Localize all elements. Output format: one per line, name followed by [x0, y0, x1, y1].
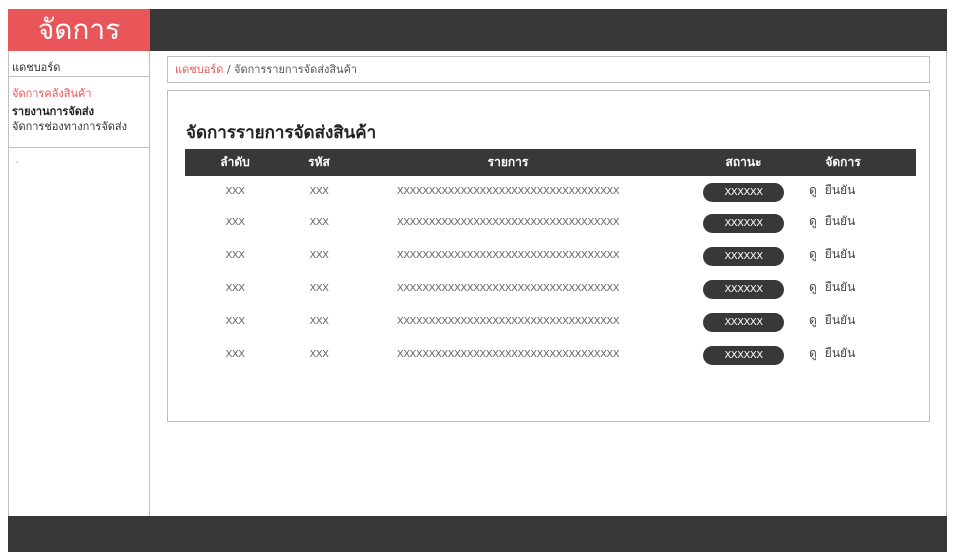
cell-code: XXX [309, 316, 329, 327]
confirm-link[interactable]: ยืนยัน [825, 214, 855, 228]
confirm-link[interactable]: ยืนยัน [825, 280, 855, 294]
main-content: แดชบอร์ด / จัดการรายการจัดส่งสินค้า จัดก… [150, 51, 947, 516]
table-row: XXX XXX XXXXXXXXXXXXXXXXXXXXXXXXXXXXXXXX… [185, 179, 916, 205]
cell-code: XXX [309, 186, 329, 197]
sidebar-divider [9, 147, 150, 148]
table-row: XXX XXX XXXXXXXXXXXXXXXXXXXXXXXXXXXXXXXX… [185, 276, 916, 302]
table-header: ลำดับ รหัส รายการ สถานะ จัดการ [185, 149, 916, 176]
cell-order: XXX [225, 217, 245, 228]
cell-order: XXX [225, 186, 245, 197]
sidebar: แดชบอร์ด จัดการคลังสินค้า รายงานการจัดส่… [8, 51, 150, 516]
app-logo[interactable]: จัดการ [8, 9, 150, 51]
view-link[interactable]: ดู [809, 243, 817, 265]
page-title: จัดการรายการจัดส่งสินค้า [186, 123, 377, 143]
bottom-bar [8, 516, 947, 552]
breadcrumb-home[interactable]: แดชบอร์ด [175, 63, 223, 76]
cell-code: XXX [309, 250, 329, 261]
table-row: XXX XXX XXXXXXXXXXXXXXXXXXXXXXXXXXXXXXXX… [185, 210, 916, 236]
status-badge: XXXXXX [703, 313, 784, 332]
table-row: XXX XXX XXXXXXXXXXXXXXXXXXXXXXXXXXXXXXXX… [185, 342, 916, 368]
table-row: XXX XXX XXXXXXXXXXXXXXXXXXXXXXXXXXXXXXXX… [185, 243, 916, 269]
shipping-panel: จัดการรายการจัดส่งสินค้า ลำดับ รหัส รายก… [167, 90, 930, 422]
breadcrumb-current: จัดการรายการจัดส่งสินค้า [234, 63, 358, 76]
cell-item: XXXXXXXXXXXXXXXXXXXXXXXXXXXXXXXXXXX [396, 316, 620, 327]
cell-item: XXXXXXXXXXXXXXXXXXXXXXXXXXXXXXXXXXX [396, 250, 620, 261]
table-row: XXX XXX XXXXXXXXXXXXXXXXXXXXXXXXXXXXXXXX… [185, 309, 916, 335]
cell-item: XXXXXXXXXXXXXXXXXXXXXXXXXXXXXXXXXXX [396, 217, 620, 228]
cell-order: XXX [225, 250, 245, 261]
cell-code: XXX [309, 283, 329, 294]
view-link[interactable]: ดู [809, 342, 817, 364]
cell-order: XXX [225, 283, 245, 294]
sidebar-item-shipping-channels[interactable]: จัดการช่องทางการจัดส่ง [12, 117, 127, 135]
view-link[interactable]: ดู [809, 210, 817, 232]
row-actions: ดู ยืนยัน [809, 243, 855, 269]
confirm-link[interactable]: ยืนยัน [825, 346, 855, 360]
status-badge: XXXXXX [703, 346, 784, 365]
row-actions: ดู ยืนยัน [809, 309, 855, 335]
sidebar-dot [16, 161, 18, 163]
column-header-order: ลำดับ [220, 155, 250, 169]
cell-code: XXX [309, 217, 329, 228]
sidebar-divider [9, 76, 150, 77]
row-actions: ดู ยืนยัน [809, 179, 855, 205]
row-actions: ดู ยืนยัน [809, 210, 855, 236]
cell-code: XXX [309, 349, 329, 360]
cell-item: XXXXXXXXXXXXXXXXXXXXXXXXXXXXXXXXXXX [396, 283, 620, 294]
view-link[interactable]: ดู [809, 179, 817, 201]
sidebar-item-warehouse[interactable]: จัดการคลังสินค้า [12, 84, 92, 102]
cell-order: XXX [225, 316, 245, 327]
status-badge: XXXXXX [703, 247, 784, 266]
breadcrumb: แดชบอร์ด / จัดการรายการจัดส่งสินค้า [167, 56, 930, 83]
row-actions: ดู ยืนยัน [809, 342, 855, 368]
column-header-item: รายการ [487, 155, 529, 169]
confirm-link[interactable]: ยืนยัน [825, 183, 855, 197]
cell-item: XXXXXXXXXXXXXXXXXXXXXXXXXXXXXXXXXXX [396, 349, 620, 360]
row-actions: ดู ยืนยัน [809, 276, 855, 302]
view-link[interactable]: ดู [809, 276, 817, 298]
breadcrumb-separator: / [223, 63, 235, 76]
status-badge: XXXXXX [703, 183, 784, 202]
cell-order: XXX [225, 349, 245, 360]
cell-item: XXXXXXXXXXXXXXXXXXXXXXXXXXXXXXXXXXX [396, 186, 620, 197]
status-badge: XXXXXX [703, 214, 784, 233]
sidebar-item-dashboard[interactable]: แดชบอร์ด [12, 58, 60, 76]
column-header-status: สถานะ [725, 155, 762, 169]
column-header-code: รหัส [308, 155, 330, 169]
view-link[interactable]: ดู [809, 309, 817, 331]
confirm-link[interactable]: ยืนยัน [825, 247, 855, 261]
column-header-actions: จัดการ [825, 155, 861, 169]
status-badge: XXXXXX [703, 280, 784, 299]
confirm-link[interactable]: ยืนยัน [825, 313, 855, 327]
